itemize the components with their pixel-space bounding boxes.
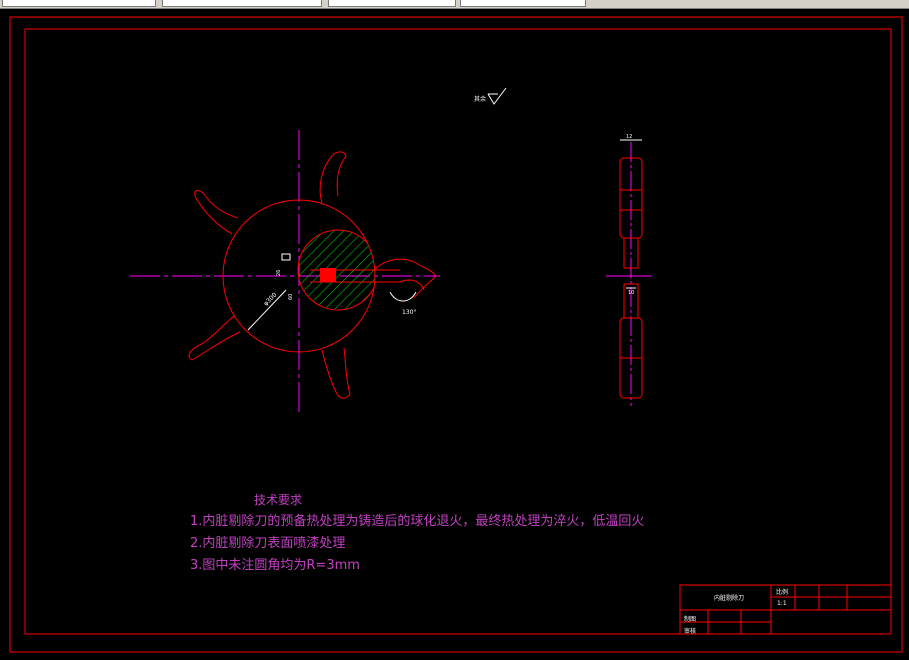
drawing-canvas[interactable]: 其余 130° φ300 26 60 12 10 内脏剔除刀 比例 1:1 制图… [0,9,909,656]
title-scale-label: 比例 [776,589,789,596]
title-scale-value: 1:1 [777,600,787,607]
diameter-dimension: φ300 [262,291,278,307]
front-view-centerlines [130,130,440,412]
title-part-name: 内脏剔除刀 [714,595,745,602]
small-roughness-mark [281,253,291,261]
angle-arc [389,291,417,302]
roughness-label: 其余 [474,95,486,103]
toolbar-dropdown-4[interactable] [460,0,586,7]
angle-dimension: 130° [402,309,416,316]
title-drawn-label: 制图 [684,616,697,623]
notes-title: 技术要求 [254,493,303,507]
side-width-dimension: 12 [626,134,632,140]
toolbar-dropdown-1[interactable] [2,0,156,7]
small-width-dimension: 60 [288,294,294,300]
notes-line-1: 1.内脏剔除刀的预备热处理为铸造后的球化退火，最终热处理为淬火，低温回火 [190,514,645,529]
side-view [606,139,652,406]
toolbar-dropdown-3[interactable] [328,0,456,7]
title-checked-label: 审核 [684,628,697,635]
diameter-leader [247,289,287,331]
small-height-dimension: 26 [276,270,282,276]
technical-requirements: 技术要求 1.内脏剔除刀的预备热处理为铸造后的球化退火，最终热处理为淬火，低温回… [190,489,644,577]
toolbar-strip [0,0,909,9]
notes-line-2: 2.内脏剔除刀表面喷漆处理 [190,536,346,551]
roughness-symbol [487,87,507,105]
notes-line-3: 3.图中未注圆角均为R=3mm [190,558,360,573]
toolbar-dropdown-2[interactable] [162,0,322,7]
side-thickness-dimension: 10 [628,290,634,296]
